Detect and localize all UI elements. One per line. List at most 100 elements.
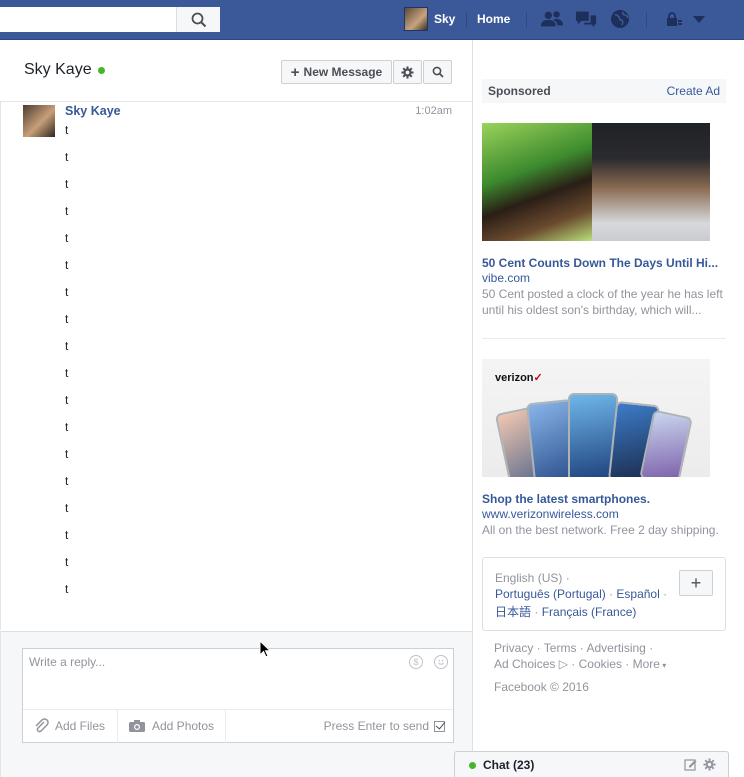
add-language-button[interactable]: + xyxy=(679,570,713,596)
add-photos-button[interactable]: Add Photos xyxy=(118,709,226,743)
message-line: t xyxy=(65,501,69,515)
messages-icon[interactable] xyxy=(575,9,597,29)
ad-description: 50 Cent posted a clock of the year he ha… xyxy=(482,287,723,317)
add-files-button[interactable]: Add Files xyxy=(23,709,118,743)
ad-title[interactable]: Shop the latest smartphones. xyxy=(482,492,726,506)
divider xyxy=(466,12,467,28)
more-caret-icon: ▾ xyxy=(659,661,667,670)
message-line: t xyxy=(65,555,69,569)
online-status-icon xyxy=(98,67,105,74)
sponsored-label: Sponsored xyxy=(488,84,551,98)
compose-icon[interactable] xyxy=(684,758,697,771)
profile-name: Sky xyxy=(434,12,456,26)
new-message-label: New Message xyxy=(303,65,383,79)
search-box[interactable] xyxy=(0,7,220,32)
current-language: English (US) xyxy=(495,571,563,585)
ad-image[interactable] xyxy=(482,123,710,241)
payment-dollar-icon[interactable]: $ xyxy=(409,655,423,669)
avatar xyxy=(404,7,428,31)
press-enter-to-send-toggle[interactable]: Press Enter to send xyxy=(324,719,445,733)
divider xyxy=(646,12,647,28)
message-thread: Sky Kaye 1:02am t t t t t t t t t t t t … xyxy=(0,102,472,630)
message-body: t t t t t t t t t t t t t t t t t t xyxy=(65,123,68,609)
gear-icon xyxy=(401,65,414,79)
ad-title[interactable]: 50 Cent Counts Down The Days Until Hi... xyxy=(482,256,726,270)
more-link[interactable]: More xyxy=(633,657,660,671)
account-menu-chevron-down-icon[interactable] xyxy=(688,9,710,29)
message-line: t xyxy=(65,231,69,245)
verizon-logo: verizon✓ xyxy=(495,372,543,384)
search-icon xyxy=(191,12,206,27)
message-line: t xyxy=(65,447,69,461)
ad-image[interactable]: verizon✓ xyxy=(482,359,710,477)
online-status-icon xyxy=(469,762,476,769)
press-enter-checkbox[interactable] xyxy=(434,720,445,732)
ad-photo-left xyxy=(482,123,592,241)
ad-photo-right xyxy=(592,123,710,241)
chat-sidebar-tab[interactable]: Chat (23) xyxy=(454,751,729,777)
add-photos-label: Add Photos xyxy=(152,719,215,733)
reply-composer: $ Add Files Add Photos Press Enter to se… xyxy=(0,631,472,777)
search-input[interactable] xyxy=(6,12,166,26)
message-line: t xyxy=(65,474,69,488)
ad-description: All on the best network. Free 2 day ship… xyxy=(482,523,719,537)
message-line: t xyxy=(65,339,69,353)
home-link[interactable]: Home xyxy=(477,12,510,26)
reply-box: $ Add Files Add Photos Press Enter to se… xyxy=(22,648,454,743)
message-line: t xyxy=(65,366,69,380)
create-ad-link[interactable]: Create Ad xyxy=(667,84,720,98)
conversation-header: Sky Kaye + New Message xyxy=(0,40,472,102)
copyright: Facebook © 2016 xyxy=(494,680,589,694)
divider xyxy=(482,338,726,339)
language-link-japanese[interactable]: 日本語 xyxy=(495,605,531,619)
top-navigation-bar: Sky Home xyxy=(0,0,744,40)
advertising-link[interactable]: Advertising xyxy=(586,641,645,655)
message-sender[interactable]: Sky Kaye xyxy=(65,104,121,118)
search-conversation-button[interactable] xyxy=(423,60,452,84)
ad-choices-link[interactable]: Ad Choices xyxy=(494,657,555,671)
message-line: t xyxy=(65,285,69,299)
message-line: t xyxy=(65,204,69,218)
message-panel: Sky Kaye + New Message Sky Kaye 1:02am t… xyxy=(0,40,473,777)
privacy-link[interactable]: Privacy xyxy=(494,641,533,655)
language-link-francais[interactable]: Français (France) xyxy=(542,605,637,619)
camera-icon xyxy=(129,720,145,732)
message-line: t xyxy=(65,420,69,434)
message-line: t xyxy=(65,312,69,326)
friend-requests-icon[interactable] xyxy=(541,9,563,29)
reply-input[interactable] xyxy=(29,655,389,669)
reply-toolbar: Add Files Add Photos Press Enter to send xyxy=(23,709,453,743)
privacy-shortcuts-icon[interactable] xyxy=(663,9,685,29)
divider xyxy=(526,12,527,28)
emoji-icon[interactable] xyxy=(434,655,448,669)
message-line: t xyxy=(65,177,69,191)
gear-icon[interactable] xyxy=(703,758,716,771)
message-line: t xyxy=(65,258,69,272)
notifications-globe-icon[interactable] xyxy=(609,9,631,29)
avatar[interactable] xyxy=(23,105,55,137)
language-link-portugues[interactable]: Português (Portugal) xyxy=(495,587,606,601)
language-link-espanol[interactable]: Español xyxy=(616,587,659,601)
terms-link[interactable]: Terms xyxy=(544,641,577,655)
message-line: t xyxy=(65,393,69,407)
mouse-cursor-icon xyxy=(259,640,271,658)
message-line: t xyxy=(65,582,69,596)
settings-button[interactable] xyxy=(393,60,422,84)
paperclip-icon xyxy=(35,718,49,733)
conversation-title[interactable]: Sky Kaye xyxy=(24,61,92,79)
search-button[interactable] xyxy=(176,7,220,32)
cookies-link[interactable]: Cookies xyxy=(579,657,622,671)
sponsored-header: Sponsored Create Ad xyxy=(482,79,726,103)
message-line: t xyxy=(65,528,69,542)
message-timestamp: 1:02am xyxy=(415,105,452,117)
ad-domain[interactable]: www.verizonwireless.com xyxy=(482,507,619,521)
chat-label: Chat (23) xyxy=(483,758,535,772)
search-icon xyxy=(432,66,444,78)
message-line: t xyxy=(65,150,69,164)
new-message-button[interactable]: + New Message xyxy=(281,60,392,84)
profile-link[interactable]: Sky xyxy=(404,7,455,31)
add-files-label: Add Files xyxy=(55,719,106,733)
press-enter-label: Press Enter to send xyxy=(323,719,429,733)
plus-icon: + xyxy=(290,63,300,81)
ad-domain[interactable]: vibe.com xyxy=(482,271,530,285)
